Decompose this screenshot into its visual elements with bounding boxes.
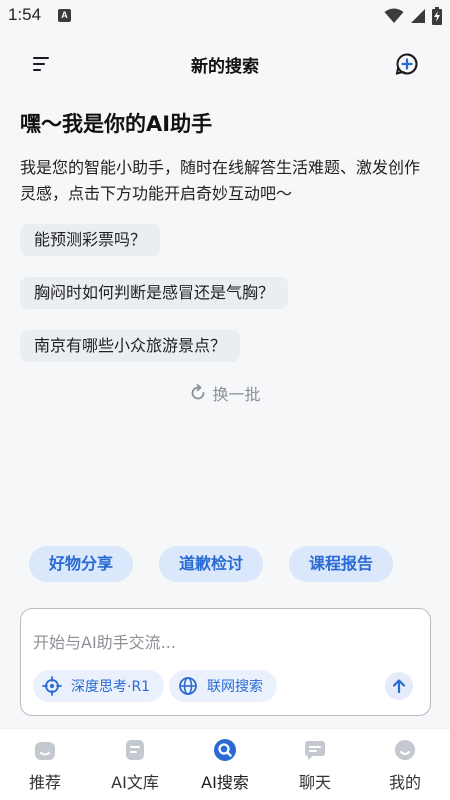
nav-label: 聊天	[298, 773, 331, 792]
message-composer: 深度思考·R1 联网搜索	[20, 608, 431, 716]
nav-label: AI搜索	[201, 773, 249, 792]
nav-item-ai-search[interactable]: AI搜索	[180, 737, 270, 800]
page-title: 新的搜索	[191, 57, 259, 77]
new-chat-icon	[395, 53, 418, 75]
arrow-up-icon	[392, 679, 406, 694]
deep-think-icon	[42, 676, 62, 696]
greeting-text: 我是您的智能小助手，随时在线解答生活难题、激发创作灵感，点击下方功能开启奇妙互动…	[20, 158, 421, 203]
deep-think-label: 深度思考·R1	[71, 679, 151, 695]
document-icon	[122, 737, 148, 763]
nav-item-recommend[interactable]: 推荐	[0, 737, 90, 800]
suggestion-item[interactable]: 能预测彩票吗？	[20, 224, 161, 256]
quick-chip[interactable]: 好物分享	[29, 546, 134, 582]
nav-label: AI文库	[111, 773, 159, 792]
status-time: 1:54	[8, 5, 42, 24]
new-search-button[interactable]	[394, 51, 420, 77]
chat-bubble-icon	[302, 737, 328, 763]
notification-icon: A	[58, 9, 71, 22]
deep-think-toggle[interactable]: 深度思考·R1	[33, 670, 165, 702]
greeting-title: 嘿～我是你的AI助手	[20, 112, 213, 136]
suggestion-item[interactable]: 南京有哪些小众旅游景点？	[20, 330, 241, 362]
wifi-icon	[384, 8, 404, 23]
send-button[interactable]	[385, 672, 413, 700]
battery-icon	[432, 7, 442, 25]
refresh-icon	[192, 384, 205, 400]
status-bar: 1:54 A	[0, 0, 450, 32]
web-search-label: 联网搜索	[207, 679, 263, 695]
message-input[interactable]	[33, 629, 413, 655]
refresh-button[interactable]: 换一批	[0, 381, 450, 405]
profile-icon	[392, 737, 418, 763]
nav-item-ai-library[interactable]: AI文库	[90, 737, 180, 800]
search-icon	[212, 737, 238, 763]
globe-icon	[179, 677, 197, 695]
suggestion-item[interactable]: 胸闷时如何判断是感冒还是气胸？	[20, 277, 289, 309]
cell-signal-icon	[411, 9, 425, 23]
bottom-nav: 推荐 AI文库 AI搜索 聊天 我的	[0, 728, 450, 800]
home-icon	[32, 737, 58, 763]
quick-chip[interactable]: 道歉检讨	[159, 546, 264, 582]
web-search-toggle[interactable]: 联网搜索	[169, 670, 277, 702]
status-icons	[384, 6, 442, 26]
nav-item-profile[interactable]: 我的	[360, 737, 450, 800]
refresh-label: 换一批	[212, 385, 261, 404]
nav-label: 推荐	[28, 773, 61, 792]
quick-chip[interactable]: 课程报告	[289, 546, 394, 582]
app-header: 新的搜索	[0, 40, 450, 88]
nav-label: 我的	[388, 773, 421, 792]
nav-item-chat[interactable]: 聊天	[270, 737, 360, 800]
